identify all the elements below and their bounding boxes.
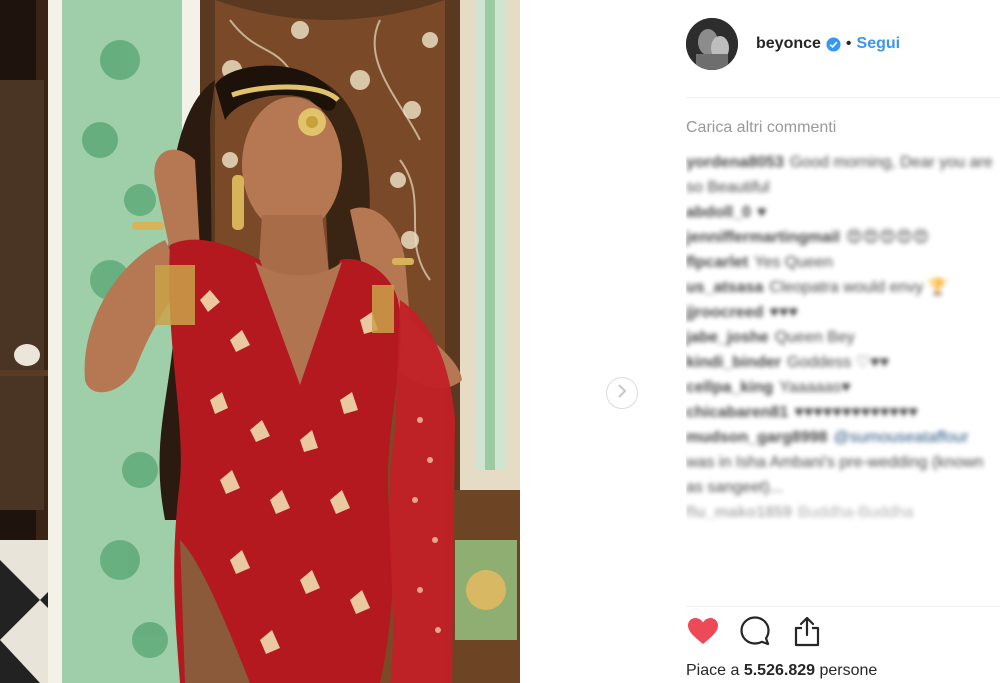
comment-button[interactable] [738, 615, 772, 652]
actions-divider [686, 606, 1000, 607]
comment-username[interactable]: abdoll_0 [686, 204, 751, 221]
comment-username[interactable]: jabe_joshe [686, 329, 769, 346]
comment-text: Yaaaaas♥ [779, 379, 851, 396]
comment-item: jjroocreed ♥♥♥ [686, 300, 1000, 325]
chevron-right-icon [616, 383, 628, 403]
comment-item: cellpa_king Yaaaaas♥ [686, 375, 1000, 400]
author-username[interactable]: beyonce [756, 35, 821, 53]
comment-username[interactable]: us_atsasa [686, 279, 763, 296]
post-image[interactable] [0, 0, 520, 683]
comment-item: flpcarlet Yes Queen [686, 250, 1000, 275]
comment-text: Yes Queen [754, 254, 833, 271]
next-slide-button[interactable] [606, 377, 638, 409]
comment-username[interactable]: jenniffermartingmail [686, 229, 840, 246]
comment-item: us_atsasa Cleopatra would envy 🏆 [686, 275, 1000, 300]
likes-number: 5.526.829 [743, 662, 816, 679]
comment-text: 😍😍😍😍😍 [845, 229, 930, 246]
likes-count[interactable]: Piace a 5.526.829 persone [686, 662, 877, 680]
comment-icon [739, 615, 771, 652]
verified-badge-icon [826, 36, 841, 52]
avatar[interactable] [686, 18, 738, 70]
comment-username[interactable]: cellpa_king [686, 379, 773, 396]
comment-username[interactable]: flu_mako1859 [686, 504, 792, 521]
likes-suffix: persone [819, 662, 878, 679]
follow-button[interactable]: Segui [857, 35, 901, 53]
comment-item: yordena8053 Good morning, Dear you are so… [686, 150, 1000, 200]
separator-dot: • [845, 35, 852, 52]
comment-item: chicabaren81 ♥♥♥♥♥♥♥♥♥♥♥♥♥ [686, 400, 1000, 425]
share-button[interactable] [790, 616, 824, 650]
comment-text: ♥♥♥♥♥♥♥♥♥♥♥♥♥ [794, 404, 918, 421]
post-actions [686, 615, 842, 652]
comment-username[interactable]: kindi_binder [686, 354, 781, 371]
share-icon [792, 615, 822, 652]
comment-username[interactable]: chicabaren81 [686, 404, 788, 421]
comments-fade-overlay [686, 587, 1000, 605]
like-button[interactable] [686, 616, 720, 650]
comment-text: Cleopatra would envy 🏆 [769, 279, 948, 296]
comment-item: abdoll_0 ♥ [686, 200, 1000, 225]
comment-text: ♥ [756, 204, 767, 221]
likes-prefix: Piace a [686, 662, 740, 679]
comment-item: flu_mako1859 Buddha-Buddha [686, 500, 1000, 525]
comment-item: jenniffermartingmail 😍😍😍😍😍 [686, 225, 1000, 250]
heart-filled-icon [687, 617, 719, 650]
comment-text: was in Isha Ambani's pre-wedding (known … [686, 454, 984, 496]
post-side-panel: beyonce • Segui Carica altri commenti yo… [686, 0, 1000, 683]
comment-username[interactable]: yordena8053 [686, 154, 784, 171]
load-more-comments-button[interactable]: Carica altri commenti [686, 119, 836, 137]
post-header: beyonce • Segui [686, 18, 1000, 70]
comment-text: Queen Bey [774, 329, 855, 346]
comment-username[interactable]: jjroocreed [686, 304, 763, 321]
comment-item: mudson_garg8998 @sumouseataffour was in I… [686, 425, 1000, 500]
comment-username[interactable]: flpcarlet [686, 254, 748, 271]
comment-item: kindi_binder Goddess ♡♥♥ [686, 350, 1000, 375]
comment-mention[interactable]: @sumouseataffour [833, 429, 968, 446]
comment-item: jabe_joshe Queen Bey [686, 325, 1000, 350]
comment-username[interactable]: mudson_garg8998 [686, 429, 827, 446]
comments-list: yordena8053 Good morning, Dear you are so… [686, 150, 1000, 605]
comment-text: ♥♥♥ [769, 304, 798, 321]
comment-text: Buddha-Buddha [797, 504, 914, 521]
header-divider [686, 97, 1000, 98]
comment-text: Goddess ♡♥♥ [787, 354, 889, 371]
